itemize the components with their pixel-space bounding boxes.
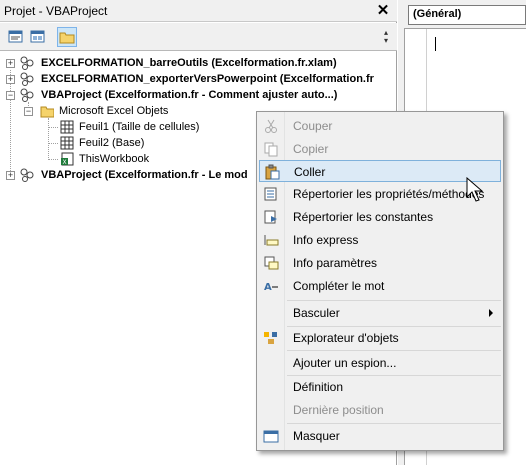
quick-info-icon bbox=[264, 235, 279, 246]
toolbar-overflow-icon[interactable]: ▴ ▾ bbox=[381, 29, 391, 45]
hide-window-icon bbox=[263, 430, 279, 443]
menu-item-add-watch[interactable]: Ajouter un espion... bbox=[259, 352, 501, 374]
object-combo[interactable]: (Général) bbox=[408, 5, 526, 25]
context-menu: Couper Copier Coller Répertorier les pro… bbox=[256, 111, 504, 451]
menu-separator bbox=[287, 350, 501, 351]
menu-item-label: Ajouter un espion... bbox=[293, 356, 397, 370]
tree-node-label: EXCELFORMATION_exporterVersPowerpoint (E… bbox=[41, 73, 374, 85]
menu-item-label: Info express bbox=[293, 233, 359, 247]
collapse-icon[interactable]: − bbox=[6, 91, 15, 100]
menu-separator bbox=[287, 423, 501, 424]
menu-separator bbox=[287, 300, 501, 301]
list-properties-icon bbox=[264, 187, 277, 201]
project-explorer-title: Projet - VBAProject bbox=[4, 4, 108, 18]
text-caret bbox=[435, 37, 436, 51]
menu-item-label: Copier bbox=[293, 142, 329, 156]
tree-node-label: EXCELFORMATION_barreOutils (Excelformati… bbox=[41, 57, 337, 69]
view-code-icon bbox=[8, 30, 23, 43]
menu-item-object-browser[interactable]: Explorateur d'objets bbox=[259, 327, 501, 349]
tree-node-label: VBAProject (Excelformation.fr - Comment … bbox=[41, 89, 338, 101]
toggle-folders-button[interactable] bbox=[57, 27, 77, 47]
svg-text:X: X bbox=[63, 159, 67, 166]
mouse-pointer-icon bbox=[466, 177, 484, 202]
tree-node-label: Feuil2 (Base) bbox=[79, 137, 145, 149]
parameter-info-icon bbox=[264, 256, 279, 270]
menu-item-list-constants[interactable]: Répertorier les constantes bbox=[259, 206, 501, 228]
view-code-button[interactable] bbox=[6, 27, 26, 47]
menu-item-label: Info paramètres bbox=[293, 256, 378, 270]
vba-project-icon bbox=[20, 56, 34, 70]
vba-project-icon bbox=[20, 72, 34, 86]
expand-icon[interactable]: + bbox=[6, 171, 15, 180]
menu-item-label: Dernière position bbox=[293, 403, 384, 417]
tree-node-label: VBAProject (Excelformation.fr - Le mod bbox=[41, 169, 248, 181]
submenu-arrow-icon bbox=[489, 309, 493, 317]
worksheet-icon bbox=[60, 136, 74, 150]
complete-word-icon: A bbox=[264, 282, 278, 293]
menu-item-label: Couper bbox=[293, 119, 333, 133]
tree-node-project[interactable]: + EXCELFORMATION_barreOutils (Excelforma… bbox=[0, 55, 397, 71]
vba-project-icon bbox=[20, 168, 34, 182]
tree-node-project[interactable]: + EXCELFORMATION_exporterVersPowerpoint … bbox=[0, 71, 397, 87]
menu-item-label: Définition bbox=[293, 380, 344, 394]
expand-icon[interactable]: + bbox=[6, 59, 15, 68]
expand-icon[interactable]: + bbox=[6, 75, 15, 84]
tree-node-label: Microsoft Excel Objets bbox=[59, 105, 169, 117]
tree-node-label: ThisWorkbook bbox=[79, 153, 150, 165]
menu-item-quick-info[interactable]: Info express bbox=[259, 229, 501, 251]
menu-item-label: Répertorier les constantes bbox=[293, 210, 434, 224]
folder-icon bbox=[40, 106, 54, 118]
collapse-icon[interactable]: − bbox=[24, 107, 33, 116]
menu-item-label: Masquer bbox=[293, 429, 340, 443]
project-explorer-titlebar: Projet - VBAProject ✕ bbox=[0, 0, 397, 22]
menu-item-toggle[interactable]: Basculer bbox=[259, 302, 501, 324]
menu-item-hide[interactable]: Masquer bbox=[259, 425, 501, 447]
object-browser-icon bbox=[264, 332, 277, 344]
paste-icon bbox=[265, 164, 280, 180]
tree-node-label: Feuil1 (Taille de cellules) bbox=[79, 121, 200, 133]
list-constants-icon bbox=[264, 210, 277, 224]
menu-item-label: Compléter le mot bbox=[293, 279, 385, 293]
view-object-button[interactable] bbox=[28, 27, 48, 47]
project-explorer-toolbar: ▴ ▾ bbox=[0, 23, 397, 51]
copy-icon bbox=[264, 142, 278, 157]
folder-icon bbox=[59, 32, 75, 44]
menu-item-last-position[interactable]: Dernière position bbox=[259, 399, 501, 421]
menu-item-cut[interactable]: Couper bbox=[259, 115, 501, 137]
svg-text:A: A bbox=[264, 282, 272, 293]
menu-item-parameter-info[interactable]: Info paramètres bbox=[259, 252, 501, 274]
menu-item-copy[interactable]: Copier bbox=[259, 138, 501, 160]
workbook-icon: X bbox=[61, 152, 74, 166]
vba-project-icon bbox=[20, 88, 34, 102]
close-icon[interactable]: ✕ bbox=[375, 3, 391, 19]
view-object-icon bbox=[30, 30, 45, 43]
menu-item-definition[interactable]: Définition bbox=[259, 376, 501, 398]
menu-item-label: Basculer bbox=[293, 306, 340, 320]
menu-item-complete-word[interactable]: A Compléter le mot bbox=[259, 275, 501, 297]
scissors-icon bbox=[265, 119, 277, 133]
worksheet-icon bbox=[60, 120, 74, 134]
menu-item-label: Répertorier les propriétés/méthodes bbox=[293, 187, 485, 201]
menu-item-label: Coller bbox=[294, 165, 326, 179]
menu-item-paste[interactable]: Coller bbox=[259, 160, 501, 182]
menu-item-label: Explorateur d'objets bbox=[293, 331, 399, 345]
tree-node-project[interactable]: − VBAProject (Excelformation.fr - Commen… bbox=[0, 87, 397, 103]
menu-item-list-properties[interactable]: Répertorier les propriétés/méthodes bbox=[259, 183, 501, 205]
